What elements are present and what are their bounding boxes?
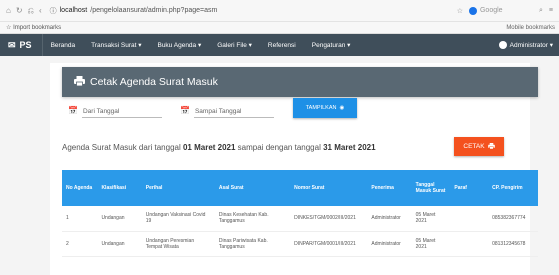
table-header-row: No Agenda Klasifikasi Perihal Asal Surat… — [62, 170, 538, 206]
summary-from: 01 Maret 2021 — [182, 143, 236, 152]
summary-prefix: Agenda Surat Masuk dari tanggal — [62, 143, 183, 152]
nav-beranda[interactable]: Beranda — [43, 42, 84, 49]
to-date-underline — [194, 117, 274, 118]
browser-toolbar: ⌂ ↻ ⎌ ‹ ⓘ localhost/pengelolaansurat/adm… — [0, 0, 559, 22]
bookmark-mobile[interactable]: Mobile bookmarks — [506, 25, 559, 31]
cell-nomor-surat: DINPAR/TGM/0001/III/2021 — [290, 231, 368, 257]
cell-asal-surat: Dinas Pariwisata Kab. Tanggamus — [214, 231, 291, 257]
from-date-placeholder: Dari Tanggal — [82, 108, 120, 115]
cell-nomor-surat: DINKES/TGM/0002/III/2021 — [290, 206, 368, 232]
user-icon — [498, 41, 507, 49]
brand-text: PS — [19, 40, 32, 50]
cell-penerima: Administrator — [367, 231, 412, 257]
nav-buku-agenda[interactable]: Buku Agenda ▾ — [149, 41, 209, 49]
cell-paraf — [450, 231, 489, 257]
nav-referensi[interactable]: Referensi — [260, 42, 304, 49]
url-host: localhost — [59, 7, 88, 14]
cell-perihal: Undangan Vaksinasi Covid 19 — [141, 206, 215, 232]
bookmark-import[interactable]: Import bookmarks — [13, 25, 61, 31]
star-icon: ☆ — [6, 25, 12, 31]
page-info-icon[interactable]: ⓘ — [50, 6, 57, 16]
cell-penerima: Administrator — [367, 206, 412, 232]
address-bar[interactable]: ⓘ localhost/pengelolaansurat/admin.php?p… — [50, 6, 218, 16]
back-icon[interactable]: ‹ — [39, 6, 42, 16]
menu-icon[interactable]: ≡ — [549, 7, 553, 14]
cell-perihal: Undangan Peresmian Tempat Wisata — [141, 231, 215, 257]
home-icon[interactable]: ⌂ — [6, 6, 11, 16]
cell-no: 2 — [62, 231, 98, 257]
header-nomor-surat: Nomor Surat — [294, 185, 325, 191]
reload-icon[interactable]: ↻ — [16, 6, 23, 16]
nav-pengaturan[interactable]: Pengaturan ▾ — [304, 41, 359, 49]
table-row: 2 Undangan Undangan Peresmian Tempat Wis… — [62, 231, 538, 257]
header-penerima: Penerima — [371, 185, 394, 191]
to-date-field[interactable]: 📅 Sampai Tanggal — [180, 106, 274, 118]
card-header: Cetak Agenda Surat Masuk — [62, 67, 538, 97]
bookmarks-bar: ☆ Import bookmarks Mobile bookmarks — [0, 22, 559, 34]
browser-nav: ⌂ ↻ ⎌ ‹ — [0, 6, 42, 16]
summary-text: Agenda Surat Masuk dari tanggal 01 Maret… — [62, 143, 376, 152]
header-paraf: Paraf — [454, 185, 467, 191]
page-title: Cetak Agenda Surat Masuk — [90, 76, 218, 88]
print-icon — [487, 142, 495, 151]
search-box[interactable]: Google — [468, 5, 533, 17]
history-icon[interactable]: ⎌ — [28, 6, 34, 16]
mail-icon: ✉ — [8, 39, 16, 50]
print-button[interactable]: CETAK — [454, 137, 504, 156]
header-perihal: Perihal — [145, 185, 163, 191]
summary-mid: sampai dengan tanggal — [235, 143, 324, 152]
cell-cp-pengirim: 081312345678 — [488, 231, 538, 257]
table-row: 1 Undangan Undangan Vaksinasi Covid 19 D… — [62, 206, 538, 232]
user-menu[interactable]: Administrator ▾ — [498, 41, 559, 49]
user-name: Administrator ▾ — [509, 42, 553, 49]
print-button-label: CETAK — [463, 143, 485, 150]
url-path: /pengelolaansurat/admin.php?page=asm — [90, 7, 218, 14]
cell-tanggal: 05 Maret 2021 — [411, 231, 451, 257]
cell-paraf — [450, 206, 489, 232]
search-icon[interactable]: ⌕ — [539, 7, 543, 15]
eye-icon: ◉ — [339, 105, 345, 111]
from-date-field[interactable]: 📅 Dari Tanggal — [68, 106, 162, 118]
star-icon[interactable]: ☆ — [457, 7, 463, 15]
search-placeholder: Google — [479, 7, 503, 14]
header-asal-surat: Asal Surat — [218, 185, 244, 191]
summary-to: 31 Maret 2021 — [323, 143, 376, 152]
search-engine-icon — [468, 6, 477, 15]
header-no-agenda: No Agenda — [66, 185, 93, 191]
calendar-icon: 📅 — [180, 106, 190, 115]
cell-tanggal: 05 Maret 2021 — [411, 206, 451, 232]
cell-klasifikasi: Undangan — [97, 231, 142, 257]
agenda-table: No Agenda Klasifikasi Perihal Asal Surat… — [62, 170, 538, 257]
cell-no: 1 — [62, 206, 98, 232]
show-button[interactable]: TAMPILKAN ◉ — [293, 98, 357, 118]
cell-klasifikasi: Undangan — [97, 206, 142, 232]
nav-galeri-file[interactable]: Galeri File ▾ — [209, 41, 260, 49]
to-date-placeholder: Sampai Tanggal — [194, 108, 242, 115]
nav-transaksi-surat[interactable]: Transaksi Surat ▾ — [83, 41, 149, 49]
cell-cp-pengirim: 085382367774 — [488, 206, 538, 232]
header-klasifikasi: Klasifikasi — [101, 185, 127, 191]
show-button-label: TAMPILKAN — [305, 105, 337, 111]
cell-asal-surat: Dinas Kesehatan Kab. Tanggamus — [214, 206, 291, 232]
header-tanggal-masuk: Tanggal Masuk Surat — [415, 182, 446, 194]
app-navbar: ✉ PS Beranda Transaksi Surat ▾ Buku Agen… — [0, 34, 559, 56]
calendar-icon: 📅 — [68, 106, 78, 115]
header-cp-pengirim: CP. Pengirim — [492, 185, 523, 191]
brand[interactable]: ✉ PS — [0, 34, 43, 56]
print-icon — [74, 75, 85, 89]
agenda-card: Cetak Agenda Surat Masuk 📅 Dari Tanggal … — [50, 63, 538, 275]
from-date-underline — [82, 117, 162, 118]
